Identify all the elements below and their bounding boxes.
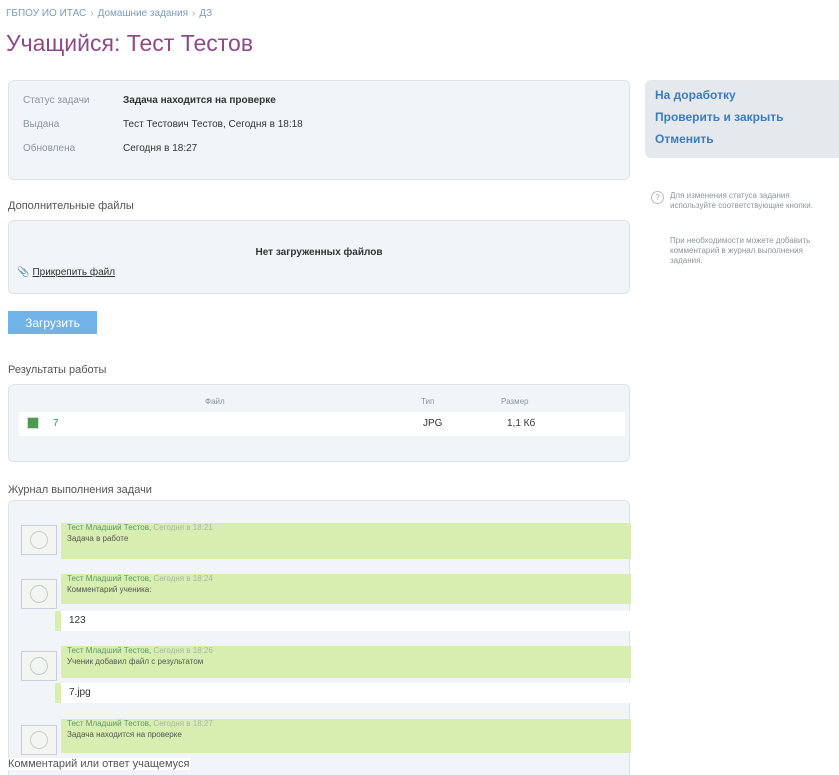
check-and-close-link[interactable]: Проверить и закрыть	[655, 110, 784, 124]
breadcrumb-item-dz[interactable]: ДЗ	[199, 8, 212, 19]
avatar	[21, 651, 57, 681]
image-file-icon	[27, 417, 39, 429]
entry-text: Комментарий ученика:	[67, 585, 152, 594]
no-files-text: Нет загруженных файлов	[255, 247, 383, 258]
breadcrumb-separator: ›	[90, 8, 94, 19]
user-avatar-icon	[30, 731, 48, 749]
avatar	[21, 725, 57, 755]
user-avatar-icon	[30, 657, 48, 675]
entry-time: Сегодня в 18:26	[153, 646, 213, 655]
result-file-link[interactable]: 7	[53, 418, 59, 429]
attach-file-link[interactable]: 📎 Прикрепить файл	[17, 267, 115, 278]
journal-entry: Тест Младший Тестов, Сегодня в 18:26 Уче…	[61, 646, 631, 678]
breadcrumb-item-homework[interactable]: Домашние задания	[98, 8, 188, 19]
column-header-type: Тип	[421, 397, 435, 406]
updated-label: Обновлена	[23, 143, 76, 154]
journal-section-title: Журнал выполнения задачи	[8, 484, 152, 496]
journal-entry: Тест Младший Тестов, Сегодня в 18:27 Зад…	[61, 719, 631, 753]
breadcrumb: ГБПОУ ИО ИТАС › Домашние задания › ДЗ	[6, 8, 212, 19]
return-for-revision-link[interactable]: На доработку	[655, 88, 736, 102]
entry-author[interactable]: Тест Младший Тестов	[67, 574, 149, 583]
paperclip-icon: 📎	[17, 267, 30, 278]
entry-text: Задача в работе	[67, 534, 129, 543]
entry-meta: Тест Младший Тестов, Сегодня в 18:21	[67, 523, 213, 532]
status-value: Задача находится на проверке	[123, 95, 276, 106]
status-label: Статус задачи	[23, 95, 90, 106]
results-panel: Файл Тип Размер 7 JPG 1,1 Кб	[8, 384, 630, 462]
entry-time: Сегодня в 18:24	[153, 574, 213, 583]
journal-entry: Тест Младший Тестов, Сегодня в 18:24 Ком…	[61, 574, 631, 604]
issued-value: Тест Тестович Тестов, Сегодня в 18:18	[123, 119, 303, 130]
entry-text: Ученик добавил файл с результатом	[67, 657, 204, 666]
entry-author[interactable]: Тест Младший Тестов	[67, 523, 149, 532]
entry-time: Сегодня в 18:27	[153, 719, 213, 728]
status-row: Статус задачи Задача находится на проверк…	[23, 95, 276, 106]
avatar	[21, 579, 57, 609]
entry-meta: Тест Младший Тестов, Сегодня в 18:27	[67, 719, 213, 728]
user-avatar-icon	[30, 585, 48, 603]
files-section-title: Дополнительные файлы	[8, 200, 134, 212]
task-info-panel: Статус задачи Задача находится на проверк…	[8, 80, 630, 180]
journal-entry: Тест Младший Тестов, Сегодня в 18:21 Зад…	[61, 523, 631, 559]
table-row: 7 JPG 1,1 Кб	[19, 412, 625, 436]
breadcrumb-separator: ›	[192, 8, 196, 19]
results-section-title: Результаты работы	[8, 364, 107, 376]
hint-status-text: Для изменения статуса задания используйт…	[670, 191, 813, 210]
user-avatar-icon	[30, 531, 48, 549]
breadcrumb-item-org[interactable]: ГБПОУ ИО ИТАС	[6, 8, 86, 19]
entry-meta: Тест Младший Тестов, Сегодня в 18:24	[67, 574, 213, 583]
result-file-size: 1,1 Кб	[507, 418, 536, 429]
hint-comment-text: При необходимости можете добавить коммен…	[670, 236, 811, 265]
journal-panel: Тест Младший Тестов, Сегодня в 18:21 Зад…	[8, 500, 631, 775]
actions-panel: На доработку Проверить и закрыть Отменит…	[645, 80, 839, 158]
avatar	[21, 525, 57, 555]
updated-value: Сегодня в 18:27	[123, 143, 198, 154]
upload-button[interactable]: Загрузить	[8, 311, 97, 334]
page-title: Учащийся: Тест Тестов	[6, 30, 254, 56]
issued-label: Выдана	[23, 119, 60, 130]
entry-meta: Тест Младший Тестов, Сегодня в 18:26	[67, 646, 213, 655]
column-header-file: Файл	[205, 397, 225, 406]
result-file-type: JPG	[423, 418, 443, 429]
entry-comment: 123	[55, 611, 631, 631]
comment-field-label: Комментарий или ответ учащемуся	[8, 758, 190, 770]
cancel-link[interactable]: Отменить	[655, 132, 714, 146]
help-icon: ?	[651, 191, 664, 204]
entry-time: Сегодня в 18:21	[153, 523, 213, 532]
entry-author[interactable]: Тест Младший Тестов	[67, 719, 149, 728]
entry-attachment[interactable]: 7.jpg	[55, 683, 631, 703]
attach-file-label: Прикрепить файл	[32, 267, 116, 278]
column-header-size: Размер	[501, 397, 529, 406]
entry-author[interactable]: Тест Младший Тестов	[67, 646, 149, 655]
issued-row: Выдана Тест Тестович Тестов, Сегодня в 18…	[23, 119, 303, 130]
entry-text: Задача находится на проверке	[67, 730, 182, 739]
files-panel: Нет загруженных файлов 📎 Прикрепить файл	[8, 220, 630, 294]
updated-row: Обновлена Сегодня в 18:27	[23, 143, 197, 154]
